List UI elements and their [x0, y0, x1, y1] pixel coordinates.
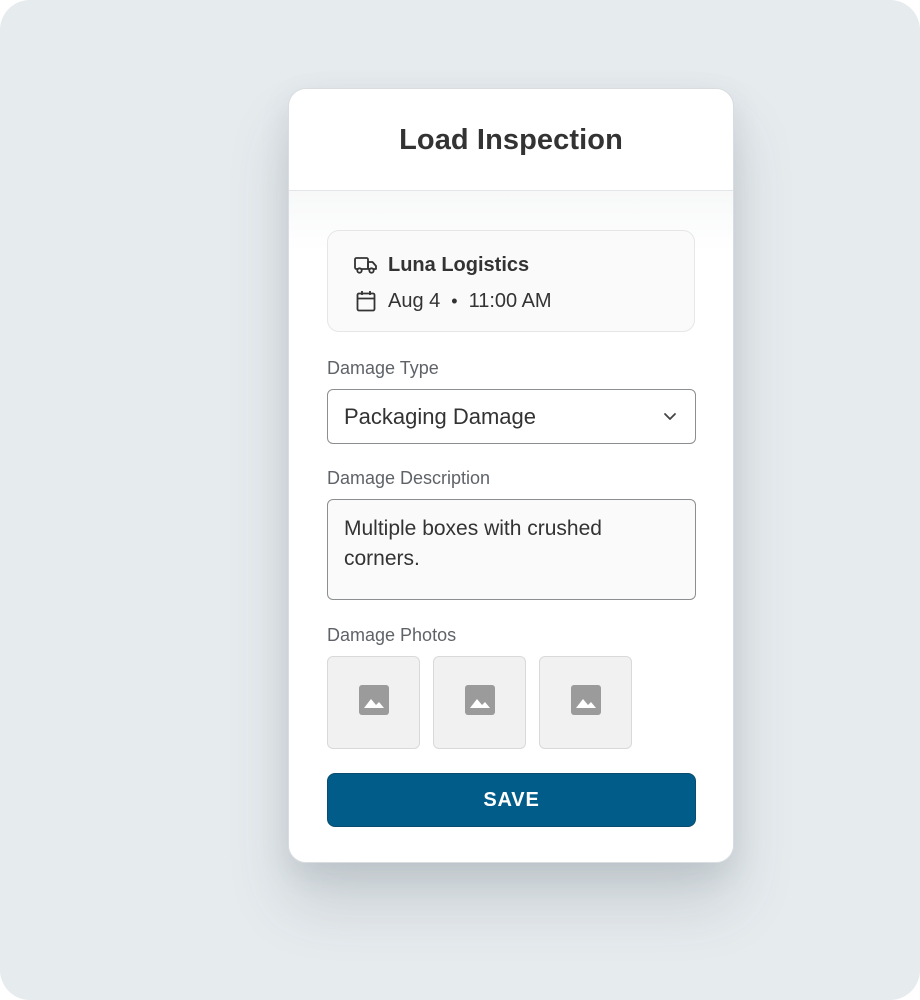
inspection-card: Load Inspection Luna Logistics Aug 4 • 1… — [288, 88, 734, 863]
carrier-name: Luna Logistics — [388, 253, 530, 276]
photo-slot[interactable] — [539, 656, 632, 749]
damage-photos-label: Damage Photos — [327, 625, 457, 645]
card-body: Luna Logistics Aug 4 • 11:00 AM Damage T… — [289, 191, 733, 862]
calendar-icon — [354, 289, 378, 313]
card-header: Load Inspection — [289, 89, 733, 191]
schedule-date: Aug 4 — [388, 289, 441, 312]
page-title: Load Inspection — [399, 124, 623, 156]
carrier-row: Luna Logistics — [354, 251, 694, 279]
damage-type-value: Packaging Damage — [344, 403, 537, 429]
app-background: Load Inspection Luna Logistics Aug 4 • 1… — [0, 0, 920, 1000]
damage-type-label: Damage Type — [327, 358, 439, 378]
damage-description-textarea[interactable]: Multiple boxes with crushed corners. — [327, 499, 696, 600]
photo-slots — [327, 656, 695, 749]
schedule-text: Aug 4 • 11:00 AM — [388, 290, 552, 313]
damage-description-label: Damage Description — [327, 468, 491, 488]
shipment-info-box: Luna Logistics Aug 4 • 11:00 AM — [327, 230, 695, 332]
damage-type-select[interactable]: Packaging Damage — [327, 389, 696, 444]
image-placeholder-icon — [358, 685, 389, 720]
truck-icon — [354, 253, 378, 277]
schedule-row: Aug 4 • 11:00 AM — [354, 287, 694, 315]
photo-slot[interactable] — [433, 656, 526, 749]
schedule-time: 11:00 AM — [468, 289, 552, 312]
photo-slot[interactable] — [327, 656, 420, 749]
schedule-separator: • — [451, 290, 458, 311]
save-button[interactable]: SAVE — [327, 773, 696, 827]
image-placeholder-icon — [464, 685, 495, 720]
image-placeholder-icon — [570, 685, 601, 720]
chevron-down-icon — [663, 408, 677, 426]
